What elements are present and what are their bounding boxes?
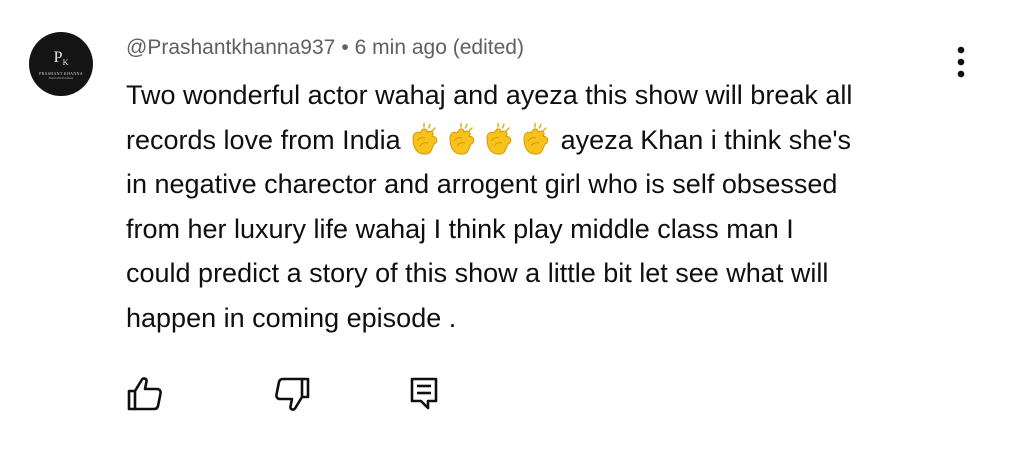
comment-text-line: from her luxury life wahaj I think play …: [126, 213, 794, 244]
comment-text: Two wonderful actor wahaj and ayeza this…: [126, 73, 956, 340]
clapping-hands-icon: [449, 122, 475, 155]
meta-separator: •: [341, 36, 349, 59]
comment-text-line: in negative charector and arrogent girl …: [126, 169, 838, 199]
thumbs-down-icon: [275, 377, 310, 411]
emoji-group: [408, 122, 553, 155]
clapping-hands-icon: [523, 122, 549, 155]
thumbs-up-icon: [127, 377, 162, 411]
reply-icon: [410, 377, 438, 410]
comment-thread-item: PK PRASHANT KHANNA Shoot with Prashant @…: [0, 0, 1024, 457]
comment-action-bar: [0, 372, 1024, 420]
clapping-hands-icon: [486, 122, 512, 155]
avatar-brand-subtext: Shoot with Prashant: [48, 76, 74, 80]
clapping-hands-icon: [412, 122, 438, 155]
like-button[interactable]: [123, 372, 167, 416]
comment-text-line: happen in coming episode .: [126, 302, 457, 333]
comment-header: @Prashantkhanna937 • 6 min ago (edited): [126, 36, 524, 60]
dislike-button[interactable]: [270, 372, 314, 416]
more-vertical-icon: [957, 46, 965, 78]
comment-timestamp: 6 min ago (edited): [354, 36, 524, 59]
comment-text-line: records love from India ayeza Khan i thi…: [126, 118, 956, 163]
comment-text-line: could predict a story of this show a lit…: [126, 258, 829, 288]
comment-text-segment: ayeza Khan i think she's: [560, 124, 851, 155]
avatar[interactable]: PK PRASHANT KHANNA Shoot with Prashant: [29, 32, 93, 96]
avatar-monogram: PK: [53, 49, 69, 68]
comment-text-line: Two wonderful actor wahaj and ayeza this…: [126, 80, 853, 110]
comment-author[interactable]: @Prashantkhanna937: [126, 36, 335, 59]
reply-button[interactable]: [402, 372, 446, 416]
comment-text-segment: records love from India: [126, 124, 401, 155]
